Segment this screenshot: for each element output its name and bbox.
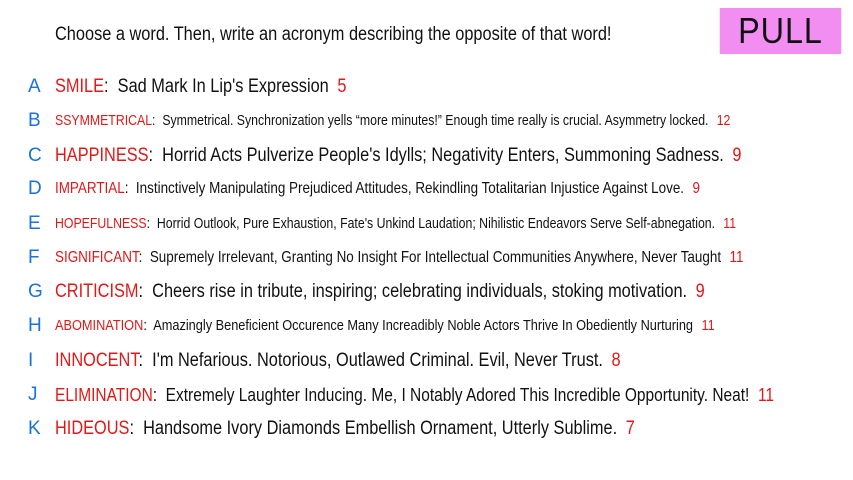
item-count: 5 <box>337 76 347 97</box>
list-item: H ABOMINATION: Amazingly Beneficient Occu… <box>0 313 853 339</box>
item-separator: : <box>152 112 163 129</box>
item-letter: A <box>28 76 41 97</box>
item-letter: E <box>28 213 41 234</box>
item-count: 9 <box>732 145 742 166</box>
pull-badge: PULL <box>719 8 842 54</box>
item-word: INNOCENT <box>55 350 139 371</box>
item-acronym: Handsome Ivory Diamonds Embellish Orname… <box>143 418 618 439</box>
item-letter: F <box>28 247 40 268</box>
item-acronym: Supremely Irrelevant, Granting No Insigh… <box>149 249 722 266</box>
item-word: CRITICISM <box>55 281 139 302</box>
item-separator: : <box>104 76 118 97</box>
item-count: 7 <box>625 418 635 439</box>
item-count: 11 <box>729 249 744 266</box>
item-count: 9 <box>695 281 705 302</box>
list-item: J ELIMINATION: Extremely Laughter Inducin… <box>0 382 853 408</box>
item-count: 8 <box>611 350 621 371</box>
list-item: E HOPEFULNESS: Horrid Outlook, Pure Exhau… <box>0 211 853 237</box>
item-acronym: Extremely Laughter Inducing. Me, I Notab… <box>165 385 750 405</box>
item-separator: : <box>138 249 150 266</box>
item-word: SIGNIFICANT <box>55 249 139 266</box>
item-word: IMPARTIAL <box>55 180 125 197</box>
item-letter: B <box>28 110 41 131</box>
item-letter: H <box>28 315 42 336</box>
item-letter: J <box>28 384 38 405</box>
item-acronym: Instinctively Manipulating Prejudiced At… <box>135 180 685 197</box>
item-separator: : <box>143 317 154 334</box>
item-acronym: Symmetrical. Synchronization yells “more… <box>162 112 709 129</box>
list-item: D IMPARTIAL: Instinctively Manipulating P… <box>0 176 853 202</box>
item-content: HAPPINESS: Horrid Acts Pulverize People'… <box>55 143 742 169</box>
item-letter: G <box>28 281 43 302</box>
item-acronym: Amazingly Beneficient Occurence Many Inc… <box>153 317 694 334</box>
item-separator: : <box>129 418 144 439</box>
item-content: SMILE: Sad Mark In Lip's Expression 5 <box>55 74 346 100</box>
item-count: 11 <box>757 385 775 405</box>
item-acronym: Sad Mark In Lip's Expression <box>117 76 329 97</box>
item-content: HIDEOUS: Handsome Ivory Diamonds Embelli… <box>55 416 635 442</box>
list-item: A SMILE: Sad Mark In Lip's Expression 5 <box>0 74 853 100</box>
item-count: 12 <box>716 112 731 129</box>
item-acronym: I'm Nefarious. Notorious, Outlawed Crimi… <box>152 350 603 371</box>
item-word: ELIMINATION <box>55 385 153 405</box>
item-word: SMILE <box>55 76 105 97</box>
list-item: F SIGNIFICANT: Supremely Irrelevant, Gran… <box>0 245 853 271</box>
item-content: INNOCENT: I'm Nefarious. Notorious, Outl… <box>55 348 621 374</box>
item-separator: : <box>146 215 157 232</box>
item-content: HOPEFULNESS: Horrid Outlook, Pure Exhaus… <box>55 211 736 237</box>
item-count: 11 <box>723 215 737 232</box>
item-content: SIGNIFICANT: Supremely Irrelevant, Grant… <box>55 245 743 271</box>
item-separator: : <box>138 350 153 371</box>
item-separator: : <box>138 281 153 302</box>
item-acronym: Cheers rise in tribute, inspiring; celeb… <box>152 281 688 302</box>
item-word: SSYMMETRICAL <box>55 112 153 129</box>
item-word: HAPPINESS <box>55 145 149 166</box>
item-word: ABOMINATION <box>55 317 144 334</box>
list-item: G CRITICISM: Cheers rise in tribute, insp… <box>0 279 853 305</box>
item-separator: : <box>148 145 163 166</box>
item-word: HIDEOUS <box>55 418 130 439</box>
item-separator: : <box>152 385 166 405</box>
item-content: SSYMMETRICAL: Symmetrical. Synchronizati… <box>55 108 730 134</box>
list-item: C HAPPINESS: Horrid Acts Pulverize People… <box>0 143 853 169</box>
item-acronym: Horrid Outlook, Pure Exhaustion, Fate's … <box>156 215 716 232</box>
item-letter: K <box>28 418 41 439</box>
item-letter: I <box>28 350 34 371</box>
list-item: B SSYMMETRICAL: Symmetrical. Synchronizat… <box>0 108 853 134</box>
item-letter: C <box>28 145 42 166</box>
item-content: IMPARTIAL: Instinctively Manipulating Pr… <box>55 176 700 202</box>
item-count: 9 <box>692 180 700 197</box>
list-item: I INNOCENT: I'm Nefarious. Notorious, Out… <box>0 348 853 374</box>
item-acronym: Horrid Acts Pulverize People's Idylls; N… <box>162 145 724 166</box>
item-word: HOPEFULNESS <box>55 215 147 232</box>
item-content: ELIMINATION: Extremely Laughter Inducing… <box>55 382 774 408</box>
item-letter: D <box>28 178 42 199</box>
list-item: K HIDEOUS: Handsome Ivory Diamonds Embell… <box>0 416 853 442</box>
instruction-text: Choose a word. Then, write an acronym de… <box>55 24 612 45</box>
item-content: ABOMINATION: Amazingly Beneficient Occur… <box>55 313 715 339</box>
item-content: CRITICISM: Cheers rise in tribute, inspi… <box>55 279 705 305</box>
item-separator: : <box>124 180 136 197</box>
item-count: 11 <box>701 317 715 334</box>
